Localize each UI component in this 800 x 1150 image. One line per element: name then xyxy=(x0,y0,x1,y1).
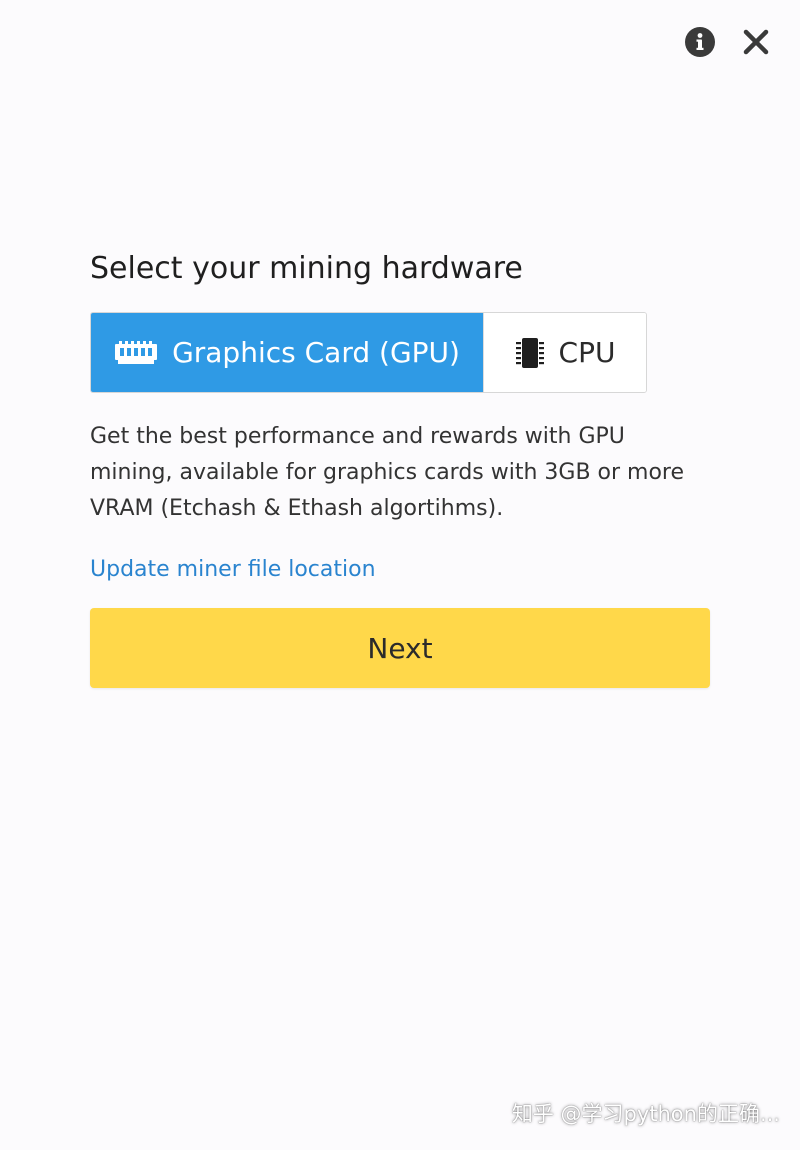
hardware-toggle: Graphics Card (GPU) CPU xyxy=(90,312,647,393)
gpu-option-label: Graphics Card (GPU) xyxy=(172,336,460,369)
page-title: Select your mining hardware xyxy=(90,251,523,286)
cpu-option-button[interactable]: CPU xyxy=(483,313,646,392)
window-controls xyxy=(684,26,772,62)
info-icon xyxy=(684,26,716,62)
update-miner-location-link[interactable]: Update miner file location xyxy=(90,557,376,582)
cpu-option-label: CPU xyxy=(558,336,616,369)
cpu-icon xyxy=(515,336,545,370)
gpu-icon xyxy=(114,340,158,366)
close-button[interactable] xyxy=(740,28,772,60)
info-button[interactable] xyxy=(684,26,716,62)
close-icon xyxy=(743,29,769,59)
hardware-selection-panel: Select your mining hardware Graphics Car… xyxy=(90,248,710,688)
next-button[interactable]: Next xyxy=(90,608,710,688)
gpu-option-button[interactable]: Graphics Card (GPU) xyxy=(91,313,483,392)
hardware-description: Get the best performance and rewards wit… xyxy=(90,424,685,521)
watermark: 知乎 @学习python的正确... xyxy=(511,1102,780,1126)
